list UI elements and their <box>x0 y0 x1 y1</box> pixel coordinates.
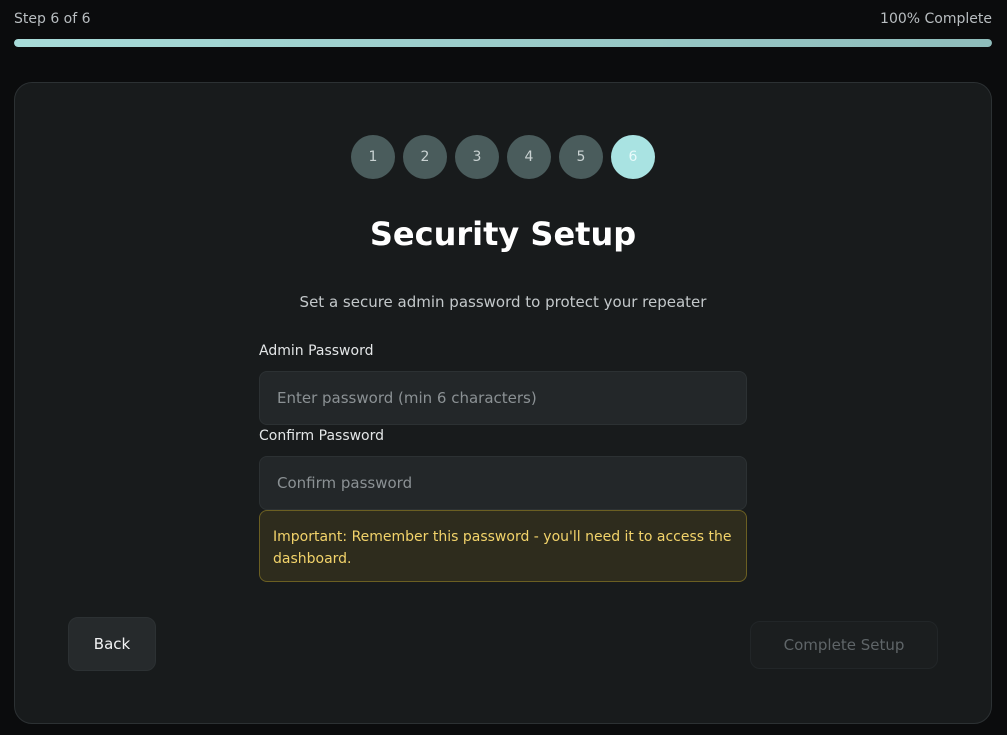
step-6: 6 <box>611 135 655 179</box>
admin-password-input[interactable] <box>259 371 747 425</box>
password-warning-notice: Important: Remember this password - you'… <box>259 510 747 582</box>
progress-bar <box>14 39 992 47</box>
step-4: 4 <box>507 135 551 179</box>
back-button[interactable]: Back <box>68 617 156 671</box>
step-5: 5 <box>559 135 603 179</box>
progress-row: Step 6 of 6 100% Complete <box>14 10 992 28</box>
confirm-password-label: Confirm Password <box>259 428 385 444</box>
step-3: 3 <box>455 135 499 179</box>
confirm-password-input[interactable] <box>259 456 747 510</box>
page-title: Security Setup <box>369 215 637 253</box>
progress-bar-fill <box>14 39 992 47</box>
step-1: 1 <box>351 135 395 179</box>
percent-complete: 100% Complete <box>880 11 992 27</box>
complete-setup-button[interactable]: Complete Setup <box>750 621 938 669</box>
progress-header: Step 6 of 6 100% Complete <box>14 10 992 50</box>
page-subtitle: Set a secure admin password to protect y… <box>299 293 707 311</box>
admin-password-label: Admin Password <box>259 343 374 359</box>
step-indicator: 1 2 3 4 5 6 <box>15 135 991 179</box>
step-counter: Step 6 of 6 <box>14 11 91 27</box>
step-2: 2 <box>403 135 447 179</box>
setup-card: 1 2 3 4 5 6 Security Setup Set a secure … <box>14 82 992 724</box>
